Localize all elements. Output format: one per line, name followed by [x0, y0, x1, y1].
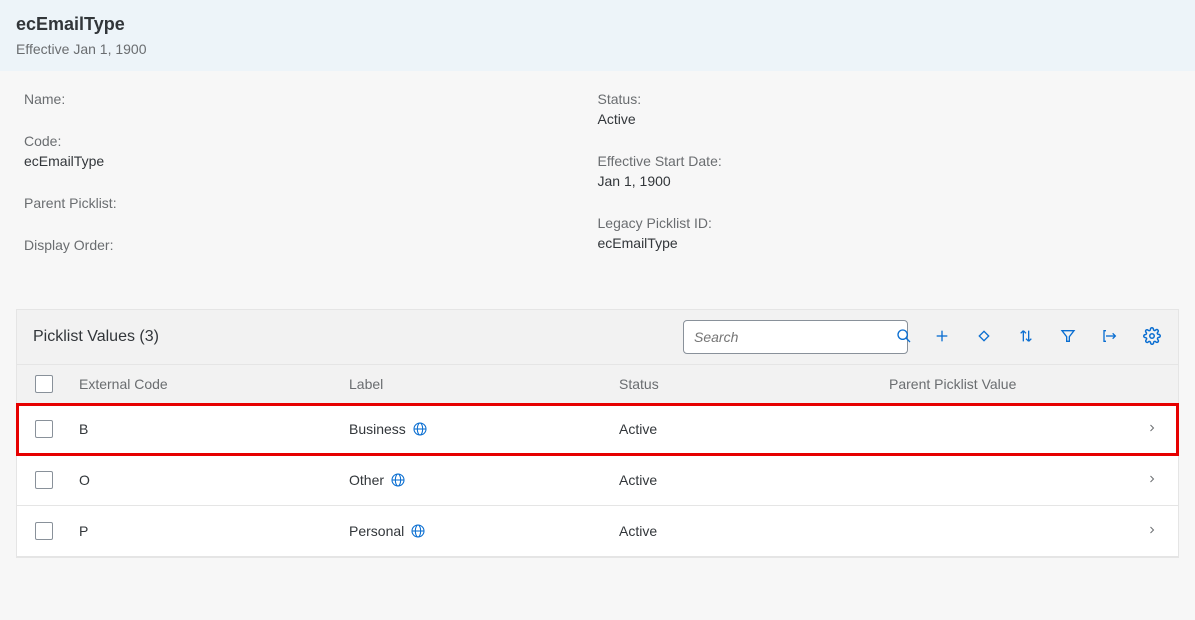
add-button[interactable]	[932, 327, 952, 347]
detail-label-parent-picklist: Parent Picklist:	[24, 195, 598, 211]
picklist-values-panel: Picklist Values (3)	[16, 309, 1179, 558]
diamond-button[interactable]	[974, 327, 994, 347]
cell-external-code: O	[79, 472, 349, 488]
details-section: Name: Code: ecEmailType Parent Picklist:…	[0, 71, 1195, 309]
chevron-right-icon	[1146, 472, 1158, 488]
sort-icon	[1018, 328, 1034, 347]
page-title: ecEmailType	[16, 14, 1179, 35]
globe-icon[interactable]	[390, 472, 406, 488]
column-header-parent[interactable]: Parent Picklist Value	[889, 376, 1134, 392]
search-icon	[896, 328, 912, 347]
cell-label-text: Personal	[349, 523, 404, 539]
table-header-row: External Code Label Status Parent Pickli…	[17, 365, 1178, 404]
settings-button[interactable]	[1142, 327, 1162, 347]
column-header-status[interactable]: Status	[619, 376, 889, 392]
details-right-column: Status: Active Effective Start Date: Jan…	[598, 91, 1172, 279]
search-button[interactable]	[886, 328, 922, 347]
panel-title: Picklist Values (3)	[33, 328, 683, 346]
detail-value-status: Active	[598, 111, 1172, 127]
cell-label: Other	[349, 472, 619, 488]
search-input[interactable]	[684, 323, 886, 351]
toolbar	[932, 327, 1162, 347]
cell-label: Personal	[349, 523, 619, 539]
sort-button[interactable]	[1016, 327, 1036, 347]
detail-label-legacy-id: Legacy Picklist ID:	[598, 215, 1172, 231]
detail-label-name: Name:	[24, 91, 598, 107]
detail-value-code: ecEmailType	[24, 153, 598, 169]
diamond-icon	[976, 328, 992, 347]
filter-icon	[1060, 328, 1076, 347]
chevron-right-icon	[1146, 421, 1158, 437]
gear-icon	[1143, 327, 1161, 348]
table-row[interactable]: O Other Active	[17, 455, 1178, 506]
row-navigate[interactable]	[1134, 421, 1158, 437]
filter-button[interactable]	[1058, 327, 1078, 347]
cell-label: Business	[349, 421, 619, 437]
detail-value-legacy-id: ecEmailType	[598, 235, 1172, 251]
search-box[interactable]	[683, 320, 908, 354]
row-checkbox[interactable]	[35, 471, 53, 489]
cell-status: Active	[619, 523, 889, 539]
page-header: ecEmailType Effective Jan 1, 1900	[0, 0, 1195, 71]
row-checkbox[interactable]	[35, 420, 53, 438]
detail-label-display-order: Display Order:	[24, 237, 598, 253]
table-row[interactable]: B Business Active	[17, 404, 1178, 455]
detail-value-effective-start: Jan 1, 1900	[598, 173, 1172, 189]
chevron-right-icon	[1146, 523, 1158, 539]
cell-label-text: Other	[349, 472, 384, 488]
export-icon	[1101, 328, 1119, 347]
select-all-checkbox[interactable]	[35, 375, 53, 393]
column-header-external-code[interactable]: External Code	[79, 376, 349, 392]
cell-external-code: P	[79, 523, 349, 539]
row-navigate[interactable]	[1134, 472, 1158, 488]
globe-icon[interactable]	[412, 421, 428, 437]
detail-label-effective-start: Effective Start Date:	[598, 153, 1172, 169]
row-checkbox[interactable]	[35, 522, 53, 540]
details-left-column: Name: Code: ecEmailType Parent Picklist:…	[24, 91, 598, 279]
plus-icon	[934, 328, 950, 347]
page-subtitle: Effective Jan 1, 1900	[16, 41, 1179, 57]
row-navigate[interactable]	[1134, 523, 1158, 539]
cell-external-code: B	[79, 421, 349, 437]
panel-header: Picklist Values (3)	[17, 310, 1178, 365]
detail-label-status: Status:	[598, 91, 1172, 107]
detail-label-code: Code:	[24, 133, 598, 149]
cell-status: Active	[619, 421, 889, 437]
globe-icon[interactable]	[410, 523, 426, 539]
table-row[interactable]: P Personal Active	[17, 506, 1178, 557]
column-header-label[interactable]: Label	[349, 376, 619, 392]
cell-label-text: Business	[349, 421, 406, 437]
export-button[interactable]	[1100, 327, 1120, 347]
cell-status: Active	[619, 472, 889, 488]
